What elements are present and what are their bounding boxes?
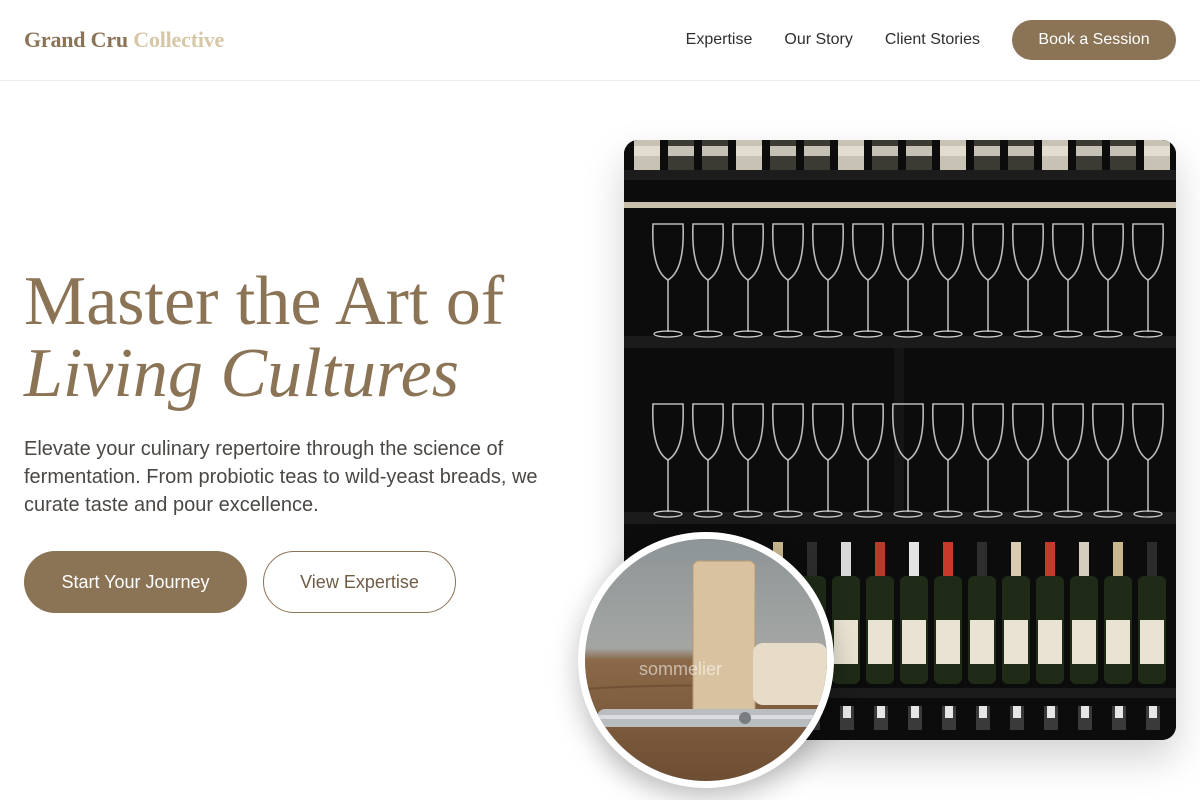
bottle-label bbox=[970, 620, 994, 664]
brand-logo[interactable]: Grand Cru Collective bbox=[24, 27, 224, 53]
top-bottle-label bbox=[634, 146, 660, 156]
bottle-label bbox=[902, 620, 926, 664]
top-bottle-label bbox=[804, 146, 830, 156]
top-bottle-label bbox=[702, 146, 728, 156]
bottom-bottle-cap bbox=[979, 706, 987, 718]
bottom-bottle-cap bbox=[911, 706, 919, 718]
top-bottle-label bbox=[668, 146, 694, 156]
bottle-label bbox=[936, 620, 960, 664]
bottle-neck bbox=[943, 542, 953, 576]
bottle-label bbox=[834, 620, 858, 664]
bottle-label bbox=[1140, 620, 1164, 664]
bottom-bottle-cap bbox=[1149, 706, 1157, 718]
brand-name-part1: Grand Cru bbox=[24, 27, 128, 52]
bottom-bottle-cap bbox=[1013, 706, 1021, 718]
nav-link-client-stories[interactable]: Client Stories bbox=[885, 31, 980, 49]
bottom-bottle-cap bbox=[1081, 706, 1089, 718]
bottle-label bbox=[868, 620, 892, 664]
bottom-bottle-cap bbox=[877, 706, 885, 718]
bottle-neck bbox=[1011, 542, 1021, 576]
bottle-label bbox=[1038, 620, 1062, 664]
start-journey-button[interactable]: Start Your Journey bbox=[24, 551, 247, 613]
view-expertise-button[interactable]: View Expertise bbox=[263, 551, 456, 613]
hero-title: Master the Art of Living Cultures bbox=[24, 266, 584, 410]
bottle-neck bbox=[1079, 542, 1089, 576]
top-bottle-label bbox=[1110, 146, 1136, 156]
top-bottle-label bbox=[1008, 146, 1034, 156]
hero-title-line2: Living Cultures bbox=[24, 335, 459, 412]
brand-name-part2: Collective bbox=[133, 27, 225, 52]
hero-subtitle: Elevate your culinary repertoire through… bbox=[24, 438, 538, 516]
top-bottle-label bbox=[736, 146, 762, 156]
top-bottle-label bbox=[872, 146, 898, 156]
top-bottle-label bbox=[906, 146, 932, 156]
cork-inset-image: sommelier bbox=[578, 532, 834, 788]
bottle-neck bbox=[1147, 542, 1157, 576]
bottle-neck bbox=[807, 542, 817, 576]
book-session-button[interactable]: Book a Session bbox=[1012, 20, 1176, 60]
top-bottle-label bbox=[940, 146, 966, 156]
bottom-bottle-cap bbox=[1115, 706, 1123, 718]
bottle-neck bbox=[977, 542, 987, 576]
bottom-bottle-cap bbox=[843, 706, 851, 718]
bottle-label bbox=[1072, 620, 1096, 664]
bottle-neck bbox=[841, 542, 851, 576]
bottle-label bbox=[1004, 620, 1028, 664]
nav-link-our-story[interactable]: Our Story bbox=[784, 31, 852, 49]
top-bottle-label bbox=[1144, 146, 1170, 156]
bottle-neck bbox=[909, 542, 919, 576]
top-bottle-label bbox=[1042, 146, 1068, 156]
hero-title-line1: Master the Art of bbox=[24, 263, 505, 340]
bottom-bottle-cap bbox=[945, 706, 953, 718]
top-bottle-label bbox=[770, 146, 796, 156]
top-bottle-label bbox=[1076, 146, 1102, 156]
top-bottle-label bbox=[838, 146, 864, 156]
bottle-label bbox=[1106, 620, 1130, 664]
nav-link-expertise[interactable]: Expertise bbox=[686, 31, 753, 49]
bottle-neck bbox=[1113, 542, 1123, 576]
main-nav: Expertise Our Story Client Stories Book … bbox=[654, 20, 1176, 60]
inset-caption: sommelier bbox=[639, 659, 723, 679]
bottom-bottle-cap bbox=[1047, 706, 1055, 718]
site-header: Grand Cru Collective Expertise Our Story… bbox=[0, 0, 1200, 81]
bottle-neck bbox=[875, 542, 885, 576]
top-bottle-label bbox=[974, 146, 1000, 156]
bottle-neck bbox=[1045, 542, 1055, 576]
